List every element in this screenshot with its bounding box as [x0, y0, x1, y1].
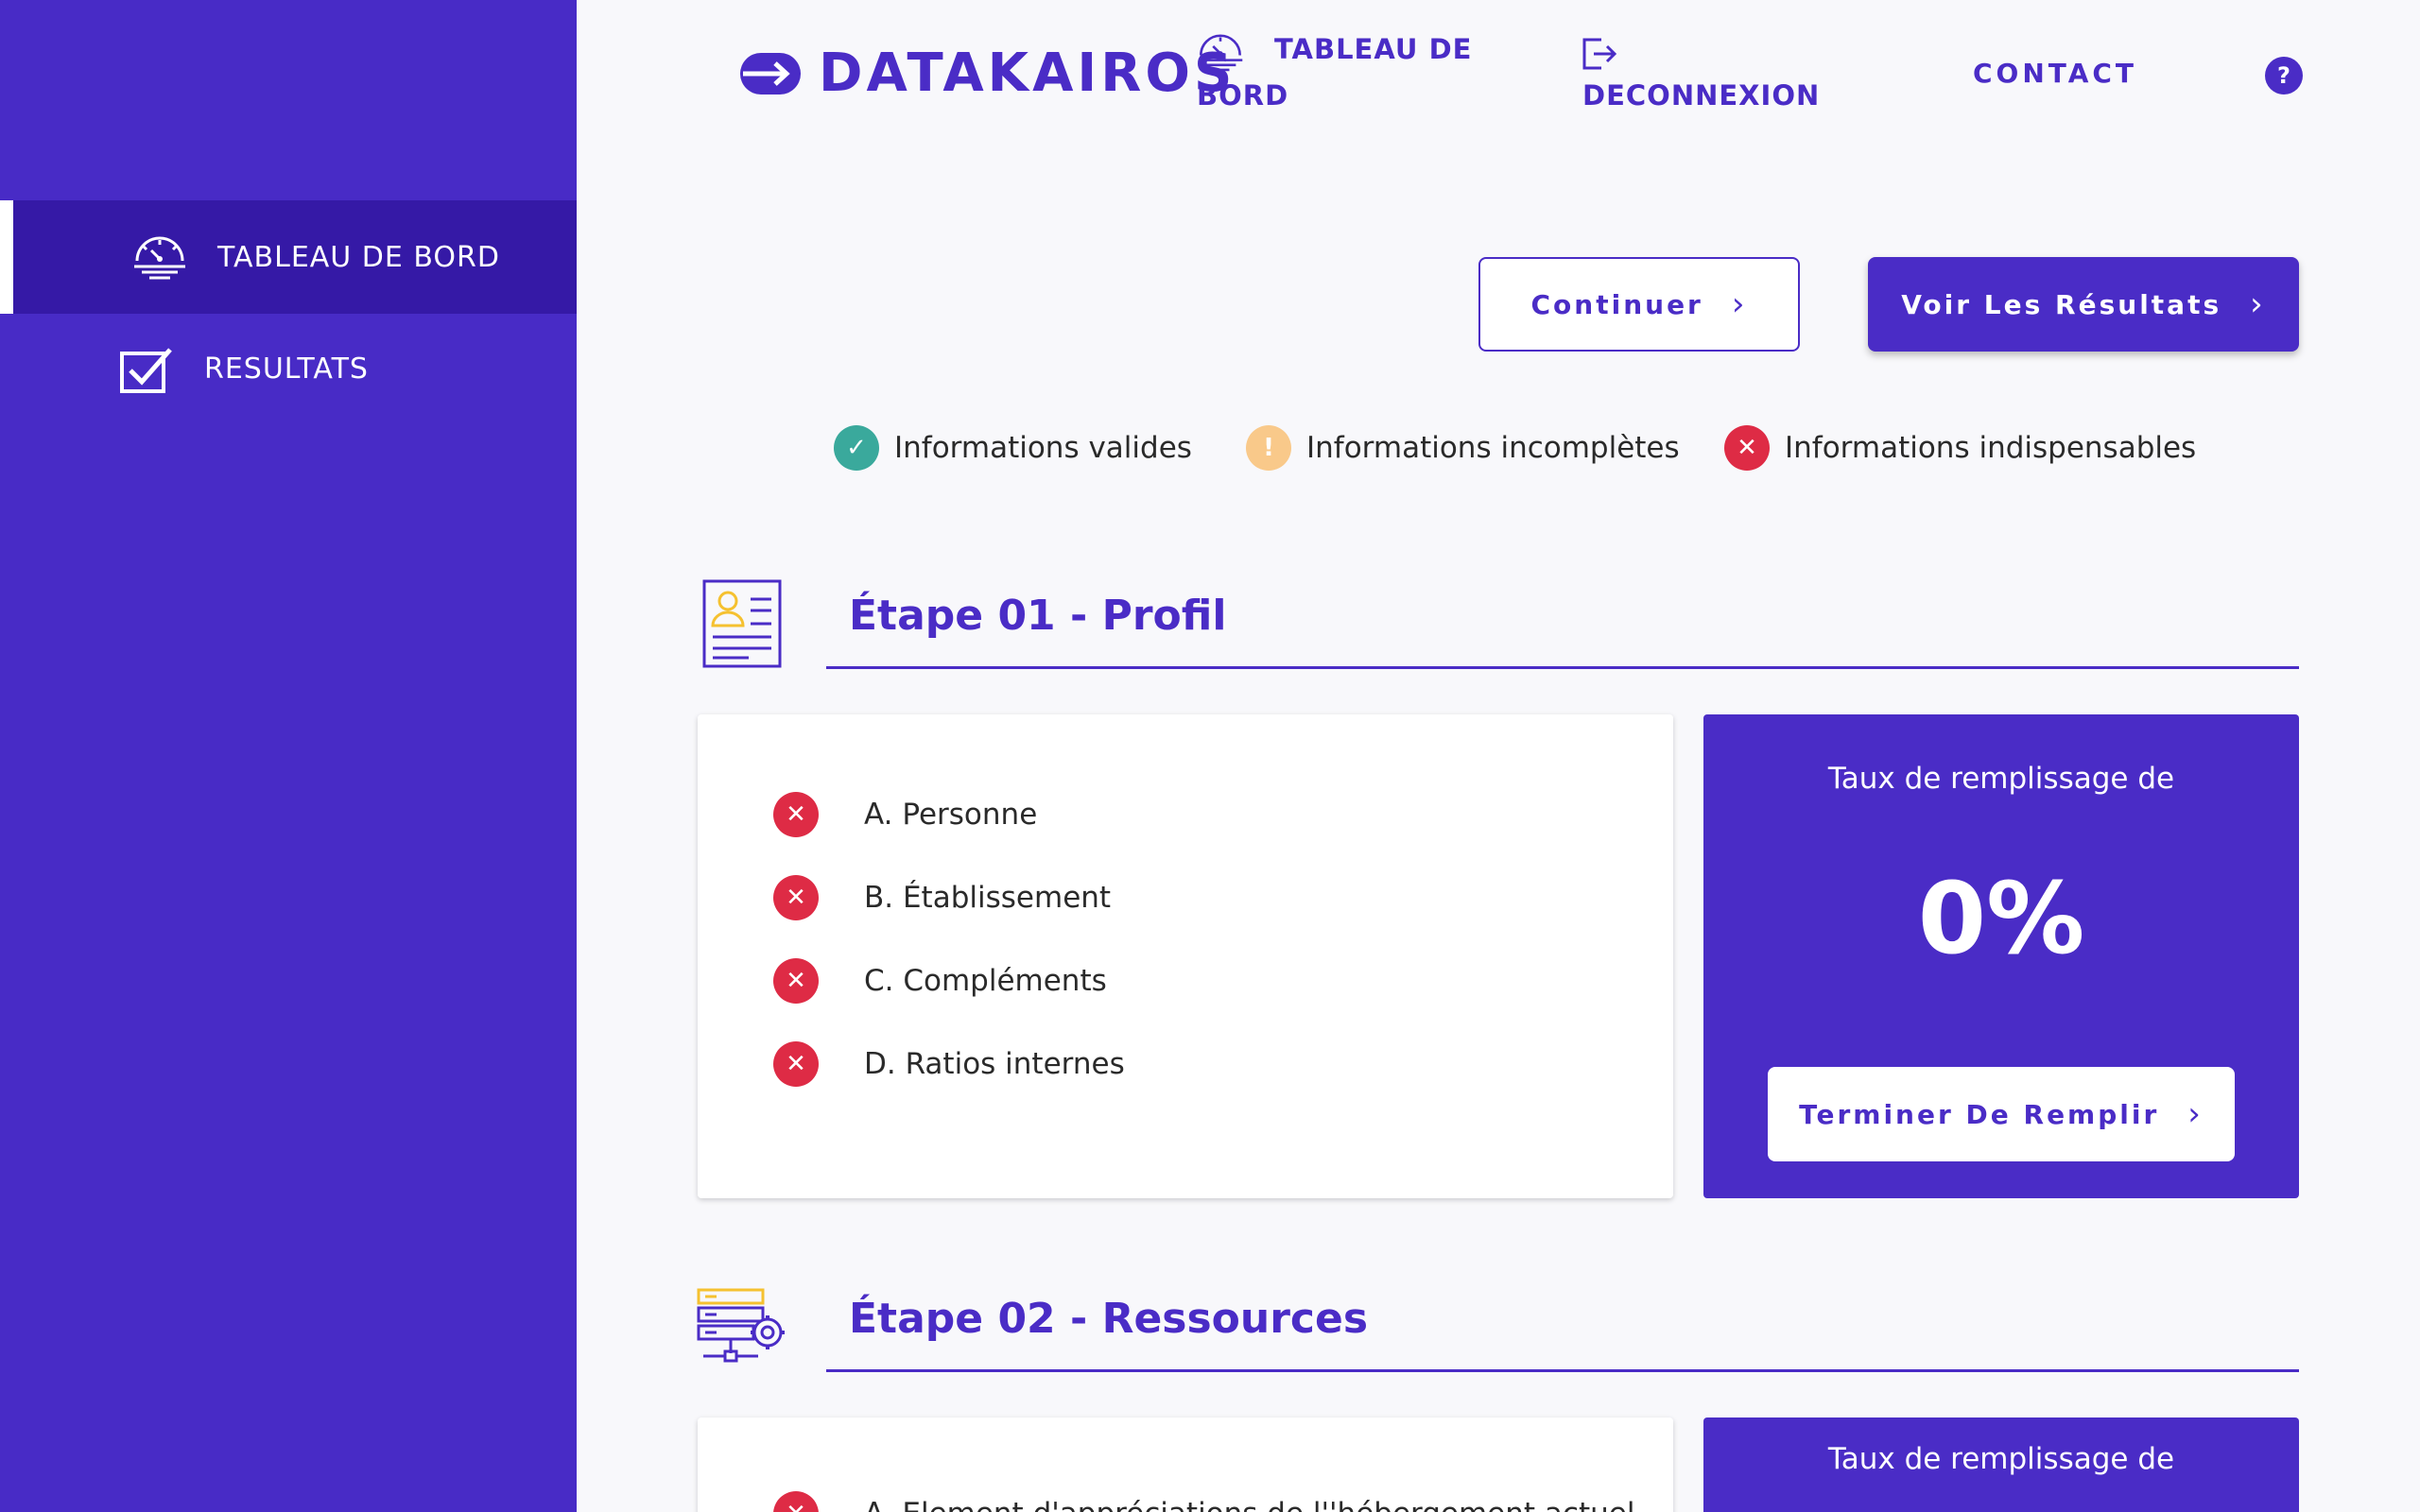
sidebar: TABLEAU DE BORD RESULTATS	[0, 0, 577, 1512]
finish-filling-button-label: Terminer De Remplir	[1799, 1098, 2160, 1130]
list-item-label: B. Établissement	[864, 881, 1112, 915]
view-results-button[interactable]: Voir Les Résultats ›	[1868, 257, 2299, 352]
legend-valid: ✓ Informations valides	[834, 425, 1192, 471]
nav-dashboard-line1[interactable]: TABLEAU DE	[1274, 26, 1472, 72]
brand-logo[interactable]: DATAKAIROS	[737, 45, 1236, 102]
sidebar-item-label: TABLEAU DE BORD	[217, 240, 500, 274]
chevron-right-icon: ›	[2250, 285, 2266, 323]
checkbox-icon	[120, 348, 172, 393]
list-item-label: D. Ratios internes	[864, 1047, 1125, 1081]
step-title: Étape 01 - Profil	[849, 592, 1227, 640]
list-item[interactable]: ✕ C. Compléments	[773, 958, 1107, 1004]
error-x-icon: ✕	[773, 875, 819, 920]
valid-check-icon: ✓	[834, 425, 879, 471]
profile-card-icon	[702, 579, 782, 668]
step-title: Étape 02 - Ressources	[849, 1295, 1369, 1343]
fill-rate-card: Taux de remplissage de 0% Terminer De Re…	[1703, 714, 2299, 1198]
error-x-icon: ✕	[1724, 425, 1770, 471]
list-item[interactable]: ✕ D. Ratios internes	[773, 1041, 1125, 1087]
datakairos-logo-icon	[740, 53, 801, 94]
list-item[interactable]: ✕ B. Établissement	[773, 875, 1111, 920]
error-x-icon: ✕	[773, 792, 819, 837]
legend-required: ✕ Informations indispensables	[1724, 425, 2196, 471]
step-checklist-card: ✕ A. Element d'appréciations de l''héber…	[698, 1418, 1673, 1512]
dashboard-gauge-icon	[1198, 34, 1243, 72]
nav-contact[interactable]: CONTACT	[1973, 51, 2137, 96]
step-checklist-card: ✕ A. Personne ✕ B. Établissement ✕ C. Co…	[698, 714, 1673, 1198]
list-item[interactable]: ✕ A. Element d'appréciations de l''héber…	[773, 1491, 1634, 1512]
chevron-right-icon: ›	[1731, 285, 1748, 323]
help-button[interactable]: ?	[2265, 57, 2303, 94]
fill-rate-card: Taux de remplissage de	[1703, 1418, 2299, 1512]
server-gear-icon	[697, 1288, 785, 1363]
step-divider	[826, 666, 2299, 669]
list-item[interactable]: ✕ A. Personne	[773, 792, 1037, 837]
logout-icon	[1582, 38, 1617, 70]
list-item-label: A. Personne	[864, 798, 1038, 832]
nav-dashboard-line2[interactable]: BORD	[1197, 73, 1288, 118]
legend-label: Informations incomplètes	[1306, 431, 1680, 465]
legend-incomplete: ! Informations incomplètes	[1246, 425, 1680, 471]
sidebar-item-label: RESULTATS	[204, 352, 369, 386]
fill-rate-value: 0%	[1917, 861, 2085, 976]
sidebar-item-dashboard[interactable]: TABLEAU DE BORD	[0, 200, 577, 314]
chevron-right-icon: ›	[2187, 1095, 2204, 1133]
list-item-label: C. Compléments	[864, 964, 1107, 998]
nav-logout[interactable]: DECONNEXION	[1582, 73, 1820, 118]
finish-filling-button[interactable]: Terminer De Remplir ›	[1768, 1067, 2235, 1161]
error-x-icon: ✕	[773, 1491, 819, 1512]
sidebar-item-results[interactable]: RESULTATS	[0, 312, 577, 425]
legend-label: Informations valides	[894, 431, 1192, 465]
fill-rate-label: Taux de remplissage de	[1827, 762, 2175, 796]
fill-rate-label: Taux de remplissage de	[1827, 1442, 2175, 1476]
view-results-button-label: Voir Les Résultats	[1901, 288, 2222, 320]
list-item-label: A. Element d'appréciations de l''héberge…	[864, 1497, 1634, 1512]
continue-button[interactable]: Continuer ›	[1478, 257, 1800, 352]
error-x-icon: ✕	[773, 1041, 819, 1087]
legend-label: Informations indispensables	[1785, 431, 2197, 465]
error-x-icon: ✕	[773, 958, 819, 1004]
warning-icon: !	[1246, 425, 1291, 471]
brand-name: DATAKAIROS	[819, 43, 1236, 104]
step-divider	[826, 1369, 2299, 1372]
top-navigation: DATAKAIROS TABLEAU DE BORD DECONNEXION C…	[577, 0, 2420, 151]
dashboard-gauge-icon	[134, 236, 185, 280]
continue-button-label: Continuer	[1530, 288, 1703, 320]
